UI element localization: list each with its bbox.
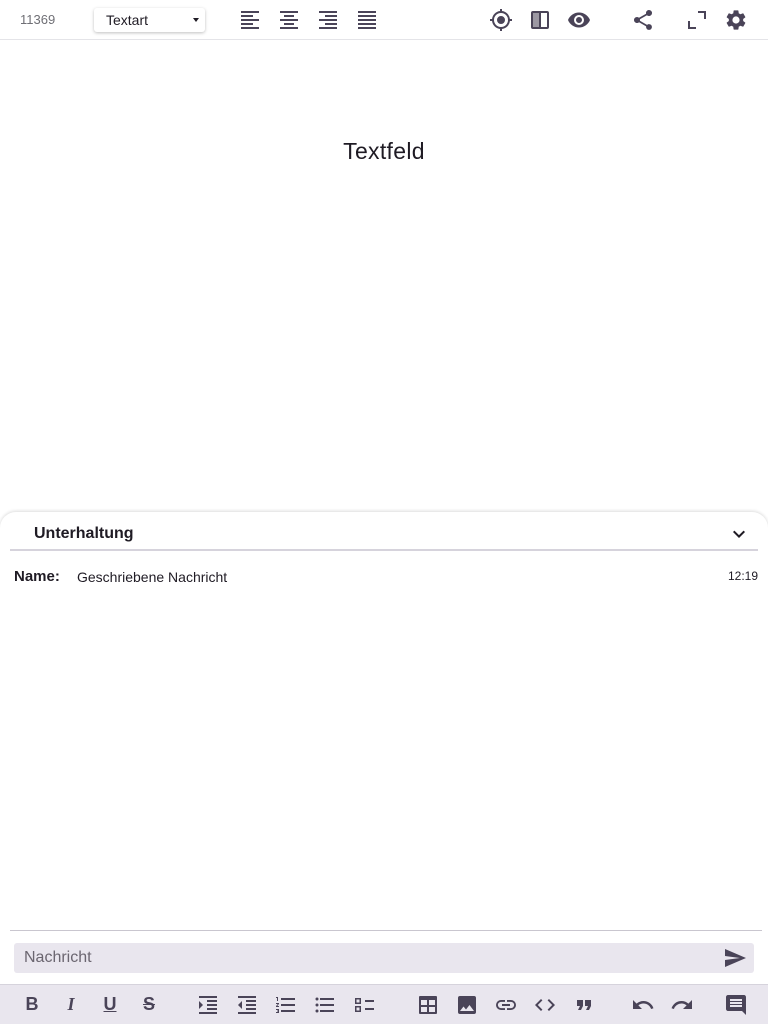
message-input[interactable]: [14, 943, 714, 973]
bold-button[interactable]: B: [20, 992, 44, 1016]
share-icon[interactable]: [631, 8, 655, 32]
align-justify-icon[interactable]: [355, 8, 379, 32]
send-icon[interactable]: [723, 946, 747, 970]
panel-divider: [10, 549, 758, 551]
message-time: 12:19: [727, 569, 758, 583]
redo-icon[interactable]: [670, 993, 694, 1017]
eye-icon[interactable]: [567, 8, 591, 32]
text-style-dropdown[interactable]: Textart: [94, 8, 205, 32]
align-left-icon[interactable]: [238, 8, 262, 32]
checklist-icon[interactable]: [352, 993, 376, 1017]
conversation-title: Unterhaltung: [34, 525, 134, 542]
conversation-panel: Unterhaltung Name: Geschriebene Nachrich…: [0, 512, 768, 1024]
code-icon[interactable]: [533, 993, 557, 1017]
canvas-text-field[interactable]: Textfeld: [0, 138, 768, 165]
message-text: Geschriebene Nachricht: [77, 569, 228, 585]
dropdown-caret-icon: [193, 18, 199, 22]
italic-button[interactable]: I: [59, 992, 83, 1016]
expand-icon[interactable]: [685, 8, 709, 32]
table-icon[interactable]: [416, 993, 440, 1017]
bullet-list-icon[interactable]: [313, 993, 337, 1017]
split-view-icon[interactable]: [528, 8, 552, 32]
ordered-list-icon[interactable]: [274, 993, 298, 1017]
message-input-box: [14, 943, 754, 973]
document-id: 11369: [20, 12, 56, 27]
settings-icon[interactable]: [724, 8, 748, 32]
quote-icon[interactable]: [572, 993, 596, 1017]
image-icon[interactable]: [455, 993, 479, 1017]
text-style-value: Textart: [106, 12, 149, 28]
top-toolbar: 11369 Textart: [0, 0, 768, 40]
strikethrough-button[interactable]: S: [137, 992, 161, 1016]
undo-icon[interactable]: [631, 993, 655, 1017]
crosshair-icon[interactable]: [489, 8, 513, 32]
link-icon[interactable]: [494, 993, 518, 1017]
align-center-icon[interactable]: [277, 8, 301, 32]
align-right-icon[interactable]: [316, 8, 340, 32]
message-author: Name:: [14, 568, 60, 585]
comment-icon[interactable]: [724, 993, 748, 1017]
chevron-down-icon[interactable]: [727, 522, 751, 546]
input-divider: [10, 930, 762, 931]
indent-icon[interactable]: [196, 993, 220, 1017]
outdent-icon[interactable]: [235, 993, 259, 1017]
format-toolbar: B I U S: [0, 984, 768, 1024]
underline-button[interactable]: U: [98, 992, 122, 1016]
